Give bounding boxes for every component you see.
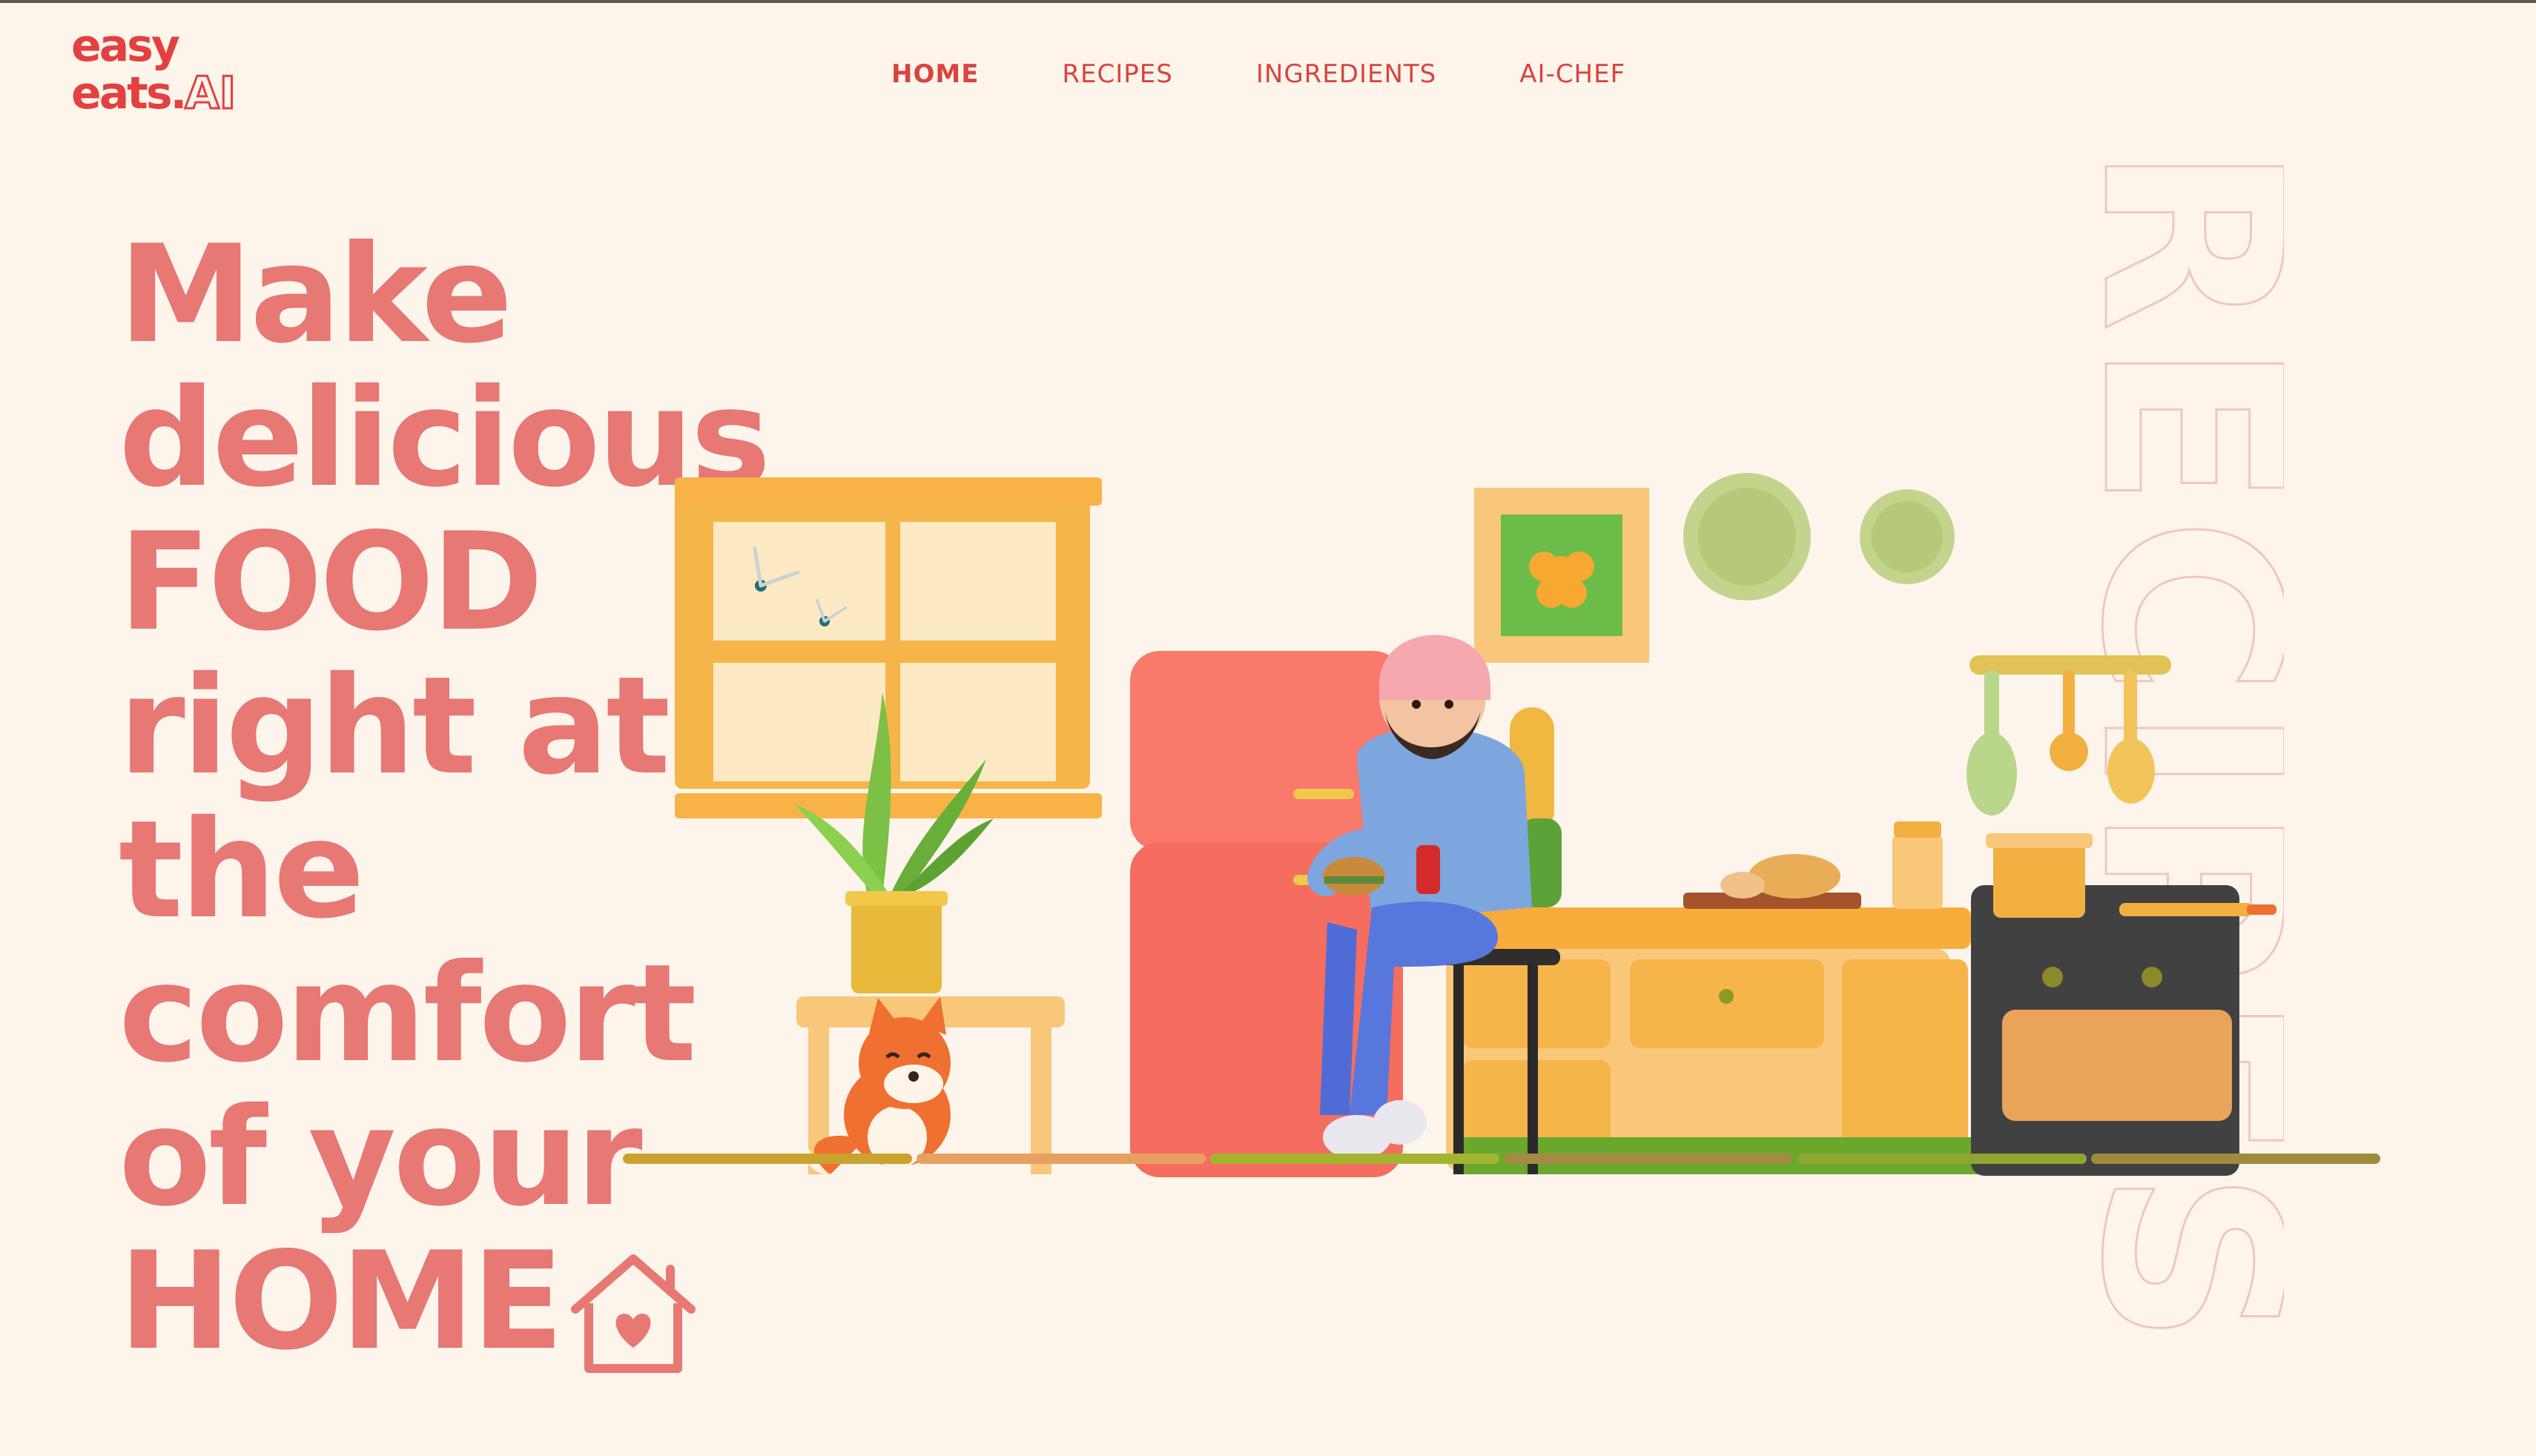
logo-line-1: easy (71, 20, 180, 72)
nav-ai-chef[interactable]: AI-CHEF (1519, 59, 1625, 89)
house-heart-icon (571, 1254, 696, 1373)
utensil-rack-icon (1967, 655, 2171, 815)
brand-logo[interactable]: easy eats.AI (71, 20, 237, 119)
stove-illustration (1971, 833, 2276, 1176)
jar-icon (1892, 821, 1943, 909)
kitchen-counter-illustration (1430, 907, 1995, 1174)
hero-line-8: HOME (119, 1229, 768, 1373)
nav-recipes[interactable]: RECIPES (1062, 59, 1172, 89)
hero-line-1: Make (119, 216, 513, 373)
hero-line-8-text: HOME (119, 1222, 564, 1380)
flower-frame-icon (1474, 488, 1649, 663)
main-nav: HOME RECIPES INGREDIENTS AI-CHEF (891, 59, 1708, 89)
nav-home[interactable]: HOME (891, 59, 979, 89)
plates-icon (1683, 473, 1955, 600)
kitchen-illustration (623, 473, 2380, 1177)
logo-line-2: eats.AI (71, 67, 237, 119)
logo-line-2-text: eats. (71, 67, 187, 119)
logo-ai-suffix: AI (184, 67, 237, 119)
nav-ingredients[interactable]: INGREDIENTS (1256, 59, 1436, 89)
bread-icon (1683, 854, 1861, 909)
